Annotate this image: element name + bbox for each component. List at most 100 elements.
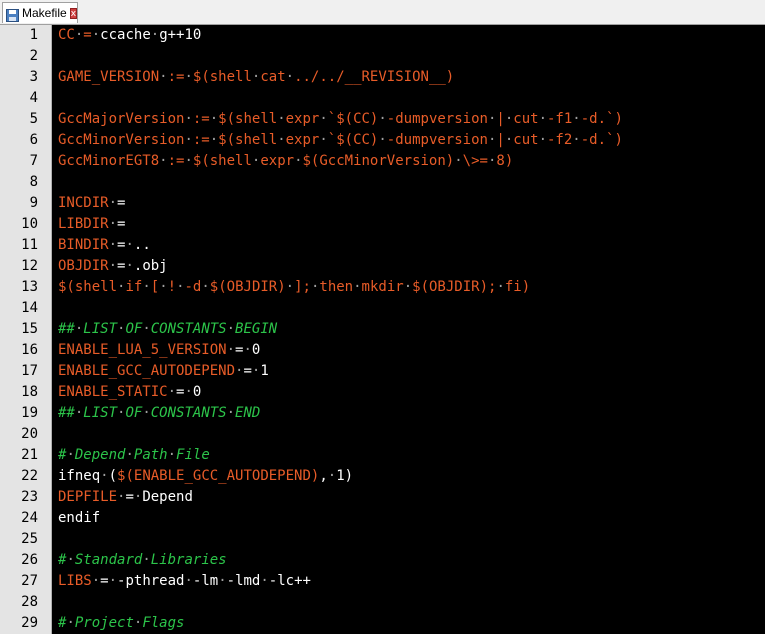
variable-token: INCDIR <box>58 195 109 211</box>
variable-token: -f1 <box>547 111 573 127</box>
variable-token: then <box>319 279 354 295</box>
line-code: GccMinorEGT8·:=·$(shell·expr·$(GccMinorV… <box>58 151 513 172</box>
code-line[interactable]: 1 CC·=·ccache·g++10 <box>0 25 765 46</box>
code-line[interactable]: 15 ##·LIST·OF·CONSTANTS·BEGIN <box>0 319 765 340</box>
variable-token: ../../__REVISION__) <box>294 69 455 85</box>
whitespace-dot: · <box>378 111 387 127</box>
comment-token: ## <box>58 321 75 337</box>
whitespace-dot: · <box>142 279 151 295</box>
text-token: 0 <box>251 342 261 358</box>
code-line[interactable]: 21 #·Depend·Path·File <box>0 445 765 466</box>
variable-token: := <box>167 153 185 169</box>
text-token: = <box>100 573 109 589</box>
code-line[interactable]: 13 $(shell·if·[·!·-d·$(OBJDIR)·];·then·mk… <box>0 277 765 298</box>
code-line[interactable]: 11 BINDIR·=·.. <box>0 235 765 256</box>
whitespace-dot: · <box>91 27 101 43</box>
code-line[interactable]: 16 ENABLE_LUA_5_VERSION·=·0 <box>0 340 765 361</box>
line-code: INCDIR·= <box>58 193 125 214</box>
code-line[interactable]: 8 <box>0 172 765 193</box>
code-editor[interactable]: 1 CC·=·ccache·g++10 2 3 GAME_VERSION·:=·$(sh… <box>0 25 765 634</box>
save-file-icon <box>6 7 19 22</box>
comment-token: Project <box>74 615 134 631</box>
code-line[interactable]: 29 #·Project·Flags <box>0 613 765 634</box>
code-line[interactable]: 9 INCDIR·= <box>0 193 765 214</box>
code-line[interactable]: 25 <box>0 529 765 550</box>
text-token: -lm <box>192 573 219 589</box>
line-number: 11 <box>21 237 38 253</box>
variable-token: -d.`) <box>580 111 623 127</box>
line-number: 17 <box>21 363 38 379</box>
code-line[interactable]: 4 <box>0 88 765 109</box>
line-number: 21 <box>21 447 38 463</box>
whitespace-dot: · <box>142 405 151 421</box>
text-token: endif <box>58 510 101 526</box>
whitespace-dot: · <box>504 111 514 127</box>
code-line[interactable]: 6 GccMinorVersion·:=·$(shell·expr·`$(CC)·… <box>0 130 765 151</box>
code-line[interactable]: 26 #·Standard·Libraries <box>0 550 765 571</box>
whitespace-dot: · <box>378 132 387 148</box>
variable-token: expr <box>260 153 295 169</box>
comment-token: LIST <box>83 405 118 421</box>
text-token: -lmd <box>226 573 261 589</box>
code-line[interactable]: 12 OBJDIR·=·.obj <box>0 256 765 277</box>
code-line[interactable]: 18 ENABLE_STATIC·=·0 <box>0 382 765 403</box>
comment-token: File <box>176 447 210 463</box>
close-icon[interactable]: x <box>69 7 78 19</box>
whitespace-dot: · <box>226 321 236 337</box>
whitespace-dot: · <box>167 384 177 400</box>
text-token: = <box>243 363 252 379</box>
whitespace-dot: · <box>159 279 168 295</box>
tab-bar: Makefile x <box>0 0 765 25</box>
whitespace-dot: · <box>226 342 236 358</box>
text-token: .. <box>133 237 151 253</box>
whitespace-dot: · <box>294 153 303 169</box>
comment-token: ## <box>58 405 75 421</box>
whitespace-dot: · <box>142 321 151 337</box>
variable-token: BINDIR <box>58 237 109 253</box>
whitespace-dot: · <box>159 69 168 85</box>
line-number: 2 <box>29 48 38 64</box>
line-number: 1 <box>29 27 38 43</box>
code-line[interactable]: 7 GccMinorEGT8·:=·$(shell·expr·$(GccMinor… <box>0 151 765 172</box>
line-code: ifneq·($(ENABLE_GCC_AUTODEPEND),·1) <box>58 466 353 487</box>
whitespace-dot: · <box>100 468 109 484</box>
code-line[interactable]: 5 GccMajorVersion·:=·$(shell·expr·`$(CC)·… <box>0 109 765 130</box>
text-token: -lc++ <box>268 573 311 589</box>
line-code: DEPFILE·=·Depend <box>58 487 193 508</box>
comment-token: LIST <box>83 321 118 337</box>
code-line[interactable]: 14 <box>0 298 765 319</box>
line-code: ##·LIST·OF·CONSTANTS·END <box>58 403 260 424</box>
code-line[interactable]: 3 GAME_VERSION·:=·$(shell·cat·../../__REV… <box>0 67 765 88</box>
variable-token: | <box>496 132 505 148</box>
tab-makefile[interactable]: Makefile x <box>2 2 78 23</box>
code-line[interactable]: 23 DEPFILE·=·Depend <box>0 487 765 508</box>
code-line[interactable]: 2 <box>0 46 765 67</box>
line-number: 28 <box>21 594 38 610</box>
whitespace-dot: · <box>108 216 118 232</box>
variable-token: 8) <box>496 153 514 169</box>
code-line[interactable]: 22 ifneq·($(ENABLE_GCC_AUTODEPEND),·1) <box>0 466 765 487</box>
variable-token: OBJDIR <box>58 258 109 274</box>
variable-token: cat <box>260 69 286 85</box>
line-code: CC·=·ccache·g++10 <box>58 25 201 46</box>
line-code: #·Depend·Path·File <box>58 445 210 466</box>
code-line[interactable]: 24 endif <box>0 508 765 529</box>
whitespace-dot: · <box>150 27 160 43</box>
whitespace-dot: · <box>91 573 101 589</box>
code-line[interactable]: 27 LIBS·=·-pthread·-lm·-lmd·-lc++ <box>0 571 765 592</box>
code-line[interactable]: 10 LIBDIR·= <box>0 214 765 235</box>
line-number: 6 <box>29 132 38 148</box>
code-line[interactable]: 20 <box>0 424 765 445</box>
variable-token: $(OBJDIR); <box>412 279 497 295</box>
code-line[interactable]: 19 ##·LIST·OF·CONSTANTS·END <box>0 403 765 424</box>
code-line[interactable]: 17 ENABLE_GCC_AUTODEPEND·=·1 <box>0 361 765 382</box>
line-code: endif <box>58 508 100 529</box>
line-code: GccMinorVersion·:=·$(shell·expr·`$(CC)·-… <box>58 130 623 151</box>
variable-token: $(shell <box>192 153 252 169</box>
line-number: 19 <box>21 405 38 421</box>
variable-token: ENABLE_GCC_AUTODEPEND <box>58 363 236 379</box>
whitespace-dot: · <box>184 111 193 127</box>
whitespace-dot: · <box>125 258 134 274</box>
code-line[interactable]: 28 <box>0 592 765 613</box>
whitespace-dot: · <box>496 279 505 295</box>
